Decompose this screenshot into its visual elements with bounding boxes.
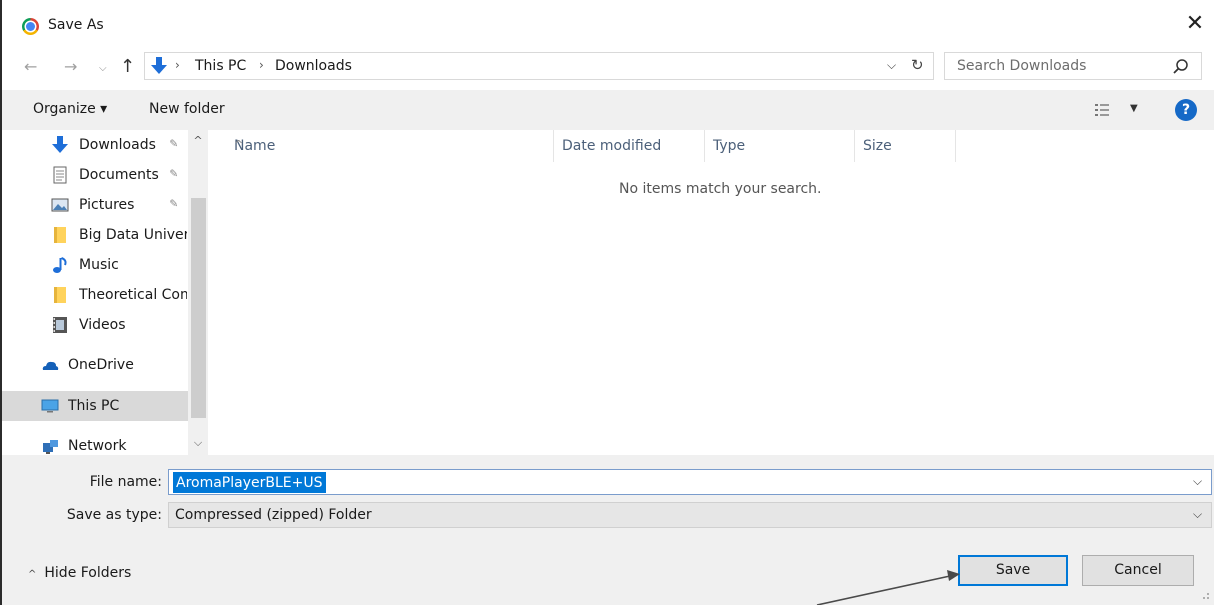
file-name-input[interactable] bbox=[173, 472, 326, 493]
file-name-dropdown-icon[interactable]: ⌵ bbox=[1193, 474, 1202, 489]
sidebar-item-label: Big Data Univers bbox=[79, 227, 187, 243]
hide-folders-button[interactable]: ^ Hide Folders bbox=[28, 565, 131, 581]
column-header-type[interactable]: Type bbox=[705, 130, 855, 162]
save-as-dialog: Save As ✕ ← → ⌵ ↑ › This PC › Downloads … bbox=[0, 0, 1214, 605]
sidebar-item-label: Theoretical Com bbox=[79, 287, 187, 303]
sidebar-item-this-pc[interactable]: This PC bbox=[2, 391, 188, 421]
search-icon[interactable] bbox=[1171, 57, 1191, 77]
forward-button[interactable]: → bbox=[64, 56, 77, 78]
column-header-label: Date modified bbox=[562, 138, 662, 154]
navigation-pane-scrollbar[interactable]: ^ ⌵ bbox=[188, 130, 208, 455]
sidebar-item-theoretical[interactable]: Theoretical Com bbox=[2, 280, 188, 310]
file-name-combobox[interactable]: ⌵ bbox=[168, 469, 1212, 495]
sidebar-item-label: This PC bbox=[68, 398, 120, 414]
column-header-label: Type bbox=[713, 138, 746, 154]
close-button[interactable]: ✕ bbox=[1183, 12, 1207, 36]
back-button[interactable]: ← bbox=[24, 56, 37, 78]
save-as-type-value: Compressed (zipped) Folder bbox=[175, 507, 372, 523]
save-as-type-select[interactable]: Compressed (zipped) Folder ⌵ bbox=[168, 502, 1212, 528]
sort-ascending-icon: ^ bbox=[234, 138, 244, 151]
breadcrumb-separator: › bbox=[259, 58, 264, 72]
folder-icon bbox=[54, 287, 66, 303]
scroll-up-icon[interactable]: ^ bbox=[188, 134, 208, 147]
chrome-icon bbox=[22, 18, 39, 35]
sidebar-item-documents[interactable]: Documents ✏ bbox=[2, 160, 188, 190]
hide-folders-label: Hide Folders bbox=[44, 565, 132, 581]
sidebar-item-label: Music bbox=[79, 257, 119, 273]
column-header-date-modified[interactable]: Date modified bbox=[554, 130, 705, 162]
address-bar[interactable]: › This PC › Downloads ⌵ ↻ bbox=[144, 52, 934, 80]
music-icon bbox=[53, 257, 67, 273]
save-button[interactable]: Save bbox=[958, 555, 1068, 586]
sidebar-item-label: OneDrive bbox=[68, 357, 134, 373]
organize-button[interactable]: Organize ▾ bbox=[33, 101, 107, 117]
scroll-down-icon[interactable]: ⌵ bbox=[188, 436, 208, 450]
folder-icon bbox=[54, 227, 66, 243]
navigation-pane: Downloads ✏ Documents ✏ Pictures ✏ Big D… bbox=[2, 130, 208, 455]
sidebar-item-downloads[interactable]: Downloads ✏ bbox=[2, 130, 188, 160]
sidebar-item-label: Network bbox=[68, 438, 127, 454]
search-box bbox=[944, 52, 1202, 80]
file-list[interactable]: Name ^ Date modified Type Size No items … bbox=[208, 130, 1214, 455]
up-button[interactable]: ↑ bbox=[120, 56, 135, 78]
file-name-label: File name: bbox=[89, 474, 162, 490]
sidebar-item-label: Videos bbox=[79, 317, 126, 333]
window-title: Save As bbox=[48, 17, 104, 33]
column-header-name[interactable]: Name ^ bbox=[226, 130, 554, 162]
help-icon[interactable]: ? bbox=[1175, 99, 1197, 121]
save-as-type-label: Save as type: bbox=[66, 507, 162, 523]
recent-locations-button[interactable]: ⌵ bbox=[99, 58, 107, 80]
downloads-icon bbox=[151, 57, 167, 74]
resize-grip-icon[interactable] bbox=[1198, 588, 1210, 600]
column-header-size[interactable]: Size bbox=[855, 130, 956, 162]
search-input[interactable] bbox=[945, 53, 1165, 79]
sidebar-item-videos[interactable]: Videos bbox=[2, 310, 188, 340]
sidebar-item-pictures[interactable]: Pictures ✏ bbox=[2, 190, 188, 220]
breadcrumb-downloads[interactable]: Downloads bbox=[275, 58, 352, 74]
cancel-button[interactable]: Cancel bbox=[1082, 555, 1194, 586]
sidebar-item-music[interactable]: Music bbox=[2, 250, 188, 280]
save-form: File name: ⌵ Save as type: Compressed (z… bbox=[2, 455, 1214, 605]
network-icon bbox=[43, 440, 58, 454]
new-folder-button[interactable]: New folder bbox=[149, 101, 225, 117]
column-header-label: Size bbox=[863, 138, 892, 154]
sidebar-item-network[interactable]: Network bbox=[2, 431, 188, 455]
address-dropdown-icon[interactable]: ⌵ bbox=[887, 58, 896, 73]
command-bar: Organize ▾ New folder ▼ ? bbox=[2, 90, 1214, 130]
view-options-dropdown-icon[interactable]: ▼ bbox=[1130, 103, 1138, 114]
sidebar-item-big-data[interactable]: Big Data Univers bbox=[2, 220, 188, 250]
this-pc-icon bbox=[41, 399, 59, 413]
downloads-icon bbox=[52, 136, 68, 153]
empty-state-message: No items match your search. bbox=[619, 181, 822, 197]
breadcrumb-this-pc[interactable]: This PC bbox=[195, 58, 246, 74]
onedrive-icon bbox=[42, 361, 59, 370]
documents-icon bbox=[53, 166, 67, 184]
scroll-thumb[interactable] bbox=[191, 198, 206, 418]
navigation-bar: ← → ⌵ ↑ › This PC › Downloads ⌵ ↻ bbox=[2, 48, 1214, 88]
refresh-icon[interactable]: ↻ bbox=[911, 56, 924, 74]
breadcrumb-separator: › bbox=[175, 58, 180, 72]
videos-icon bbox=[53, 317, 67, 333]
sidebar-item-onedrive[interactable]: OneDrive bbox=[2, 350, 188, 380]
title-bar: Save As ✕ bbox=[2, 0, 1214, 48]
chevron-up-icon: ^ bbox=[28, 569, 37, 580]
pictures-icon bbox=[51, 198, 69, 212]
save-as-type-dropdown-icon[interactable]: ⌵ bbox=[1193, 507, 1202, 522]
view-options-icon[interactable] bbox=[1094, 102, 1110, 118]
